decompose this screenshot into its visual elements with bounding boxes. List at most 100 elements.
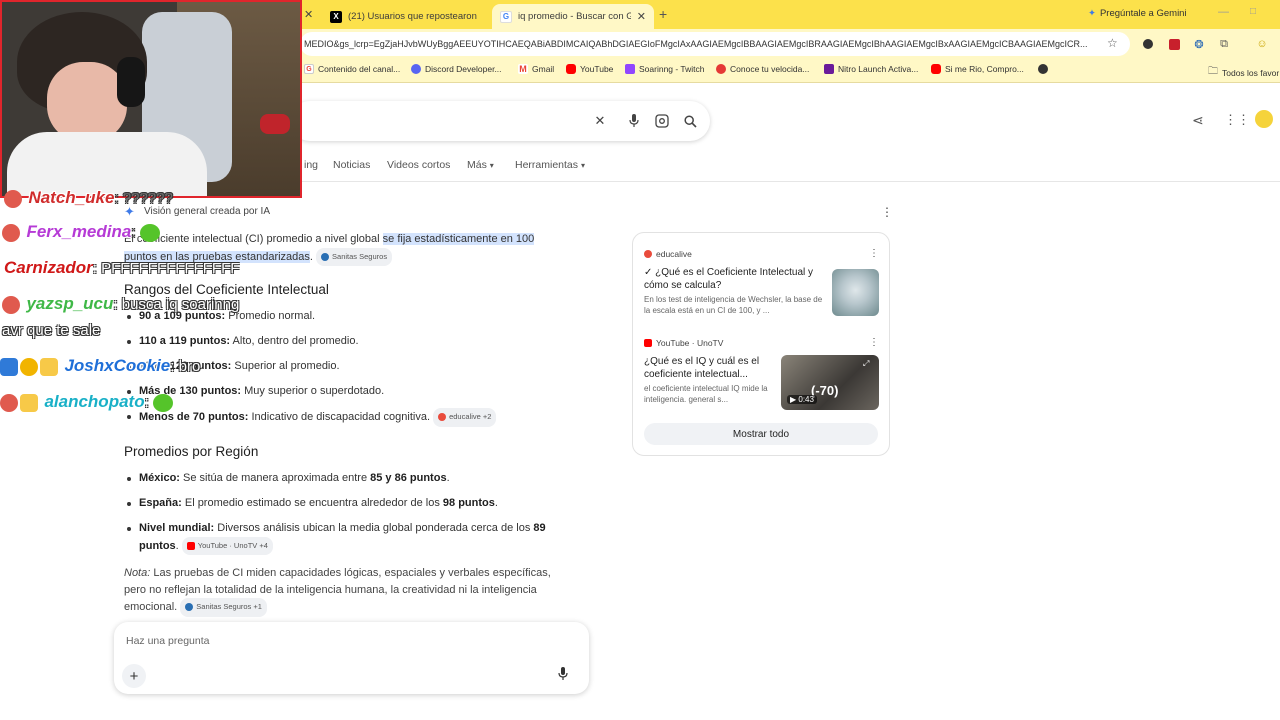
- bookmark-star-icon[interactable]: ☆: [1107, 36, 1118, 50]
- tab-images[interactable]: ing: [304, 159, 318, 171]
- list-item: España: El promedio estimado se encuentr…: [139, 497, 498, 509]
- webcam-red-item: [260, 114, 290, 134]
- bullet: [127, 415, 131, 419]
- new-tab-button[interactable]: +: [659, 6, 667, 22]
- share-icon[interactable]: ⋖: [1192, 112, 1204, 129]
- bookmark-item[interactable]: Si me Rio, Compro...: [931, 64, 1024, 74]
- lens-search-icon[interactable]: [654, 113, 670, 129]
- green-emote-icon: [139, 223, 160, 242]
- bullet: [127, 477, 131, 481]
- bookmark-item[interactable]: G Contenido del canal...: [304, 64, 400, 74]
- bookmark-item[interactable]: Nitro Launch Activa...: [824, 64, 918, 74]
- chat-badge-icon: [2, 223, 20, 242]
- list-item: México: Se sitúa de manera aproximada en…: [139, 472, 450, 484]
- search-box[interactable]: ✕: [290, 101, 710, 141]
- youtube-icon: [186, 541, 195, 550]
- x-logo-icon: X: [330, 10, 342, 23]
- gmail-icon: M: [518, 64, 528, 74]
- source-chip[interactable]: Sanitas Seguros +1: [180, 598, 267, 617]
- chat-message: Ferx_medina:: [2, 222, 160, 242]
- account-avatar[interactable]: [1255, 110, 1273, 128]
- tab-google-search[interactable]: G iq promedio - Buscar con Goog ✕: [492, 4, 654, 29]
- video-thumbnail[interactable]: (-70) ▶ 0:43 ⤢: [781, 355, 879, 410]
- expand-icon[interactable]: ⤢: [863, 359, 869, 369]
- bookmark-item[interactable]: M Gmail: [518, 64, 554, 74]
- tab-short-videos[interactable]: Videos cortos: [387, 159, 450, 171]
- tab-more[interactable]: Más ▾: [467, 159, 494, 171]
- ask-input[interactable]: Haz una pregunta: [126, 635, 209, 647]
- extensions-puzzle-icon[interactable]: ⧉: [1216, 36, 1232, 52]
- source-options-icon[interactable]: ⋮: [869, 337, 879, 348]
- chat-badge-icon: [2, 295, 20, 314]
- gemini-sparkle-icon: ✦: [1088, 8, 1096, 19]
- sanitas-icon: [185, 603, 194, 612]
- folder-icon: 🗀: [1208, 66, 1218, 77]
- address-bar[interactable]: MEDIO&gs_lcrp=EgZjaHJvbWUyBggAEEUYOTIHCA…: [300, 32, 1130, 56]
- extension-pdf-icon[interactable]: [1166, 36, 1182, 52]
- caret-down-icon: ▾: [489, 161, 494, 170]
- add-button[interactable]: +: [122, 664, 146, 688]
- bookmark-item[interactable]: YouTube: [566, 64, 613, 74]
- tab-title: (21) Usuarios que repostearon: [348, 11, 477, 22]
- source-options-icon[interactable]: ⋮: [869, 248, 879, 259]
- gemini-button[interactable]: ✦ Pregúntale a Gemini: [1088, 8, 1187, 19]
- chat-message: Natch_uke: ??????: [4, 188, 173, 208]
- source-chip[interactable]: educalive +2: [433, 408, 497, 427]
- source-title[interactable]: ¿Qué es el IQ y cuál es el coeficiente i…: [644, 355, 774, 381]
- apps-grid-icon[interactable]: ⋮⋮: [1224, 112, 1250, 128]
- webcam-person-face: [47, 62, 127, 142]
- source-title[interactable]: ✓ ¿Qué es el Coeficiente Intelectual y c…: [644, 266, 824, 292]
- highlighted-answer: se fija estadísticamente en 100: [382, 233, 535, 245]
- tab-x-reposts[interactable]: X (21) Usuarios que repostearon: [322, 4, 490, 29]
- all-bookmarks-folder[interactable]: 🗀 Todos los favor: [1208, 64, 1279, 81]
- profile-avatar-icon[interactable]: ☺: [1254, 36, 1270, 52]
- educalive-icon: [644, 250, 652, 258]
- more-options-icon[interactable]: ⋮: [881, 205, 893, 219]
- ask-box[interactable]: Haz una pregunta +: [114, 622, 589, 694]
- youtube-icon: [931, 64, 941, 74]
- close-tab-icon[interactable]: ✕: [637, 10, 646, 23]
- extension-gear-icon[interactable]: ❂: [1191, 36, 1207, 52]
- green-emote-icon: [153, 393, 174, 412]
- tab-title: iq promedio - Buscar con Goog: [518, 11, 631, 22]
- bullet: [127, 527, 131, 531]
- list-item: Más de 130 puntos: Muy superior o superd…: [139, 385, 385, 397]
- source-site[interactable]: YouTube · UnoTV: [644, 338, 723, 348]
- bookmark-item[interactable]: Discord Developer...: [411, 64, 502, 74]
- crown-badge-icon: [40, 357, 58, 376]
- bookmark-item[interactable]: Conoce tu velocida...: [716, 64, 809, 74]
- google-logo-icon: G: [500, 10, 512, 23]
- section-heading: Promedios por Región: [124, 444, 259, 459]
- close-tab-icon[interactable]: ✕: [304, 8, 313, 21]
- twitch-icon: [625, 64, 635, 74]
- show-all-button[interactable]: Mostrar todo: [644, 423, 878, 445]
- clear-search-icon[interactable]: ✕: [592, 113, 608, 129]
- chat-message: JoshxCookie: bro: [0, 356, 200, 376]
- speedtest-icon: [716, 64, 726, 74]
- maximize-icon[interactable]: □: [1250, 6, 1256, 17]
- source-site[interactable]: educalive: [644, 249, 692, 259]
- source-snippet: En los test de inteligencia de Wechsler,…: [644, 295, 823, 315]
- chat-badge-icon: [0, 393, 18, 412]
- minimize-icon[interactable]: —: [1218, 6, 1229, 18]
- chat-message: avr que te sale: [2, 322, 101, 339]
- extension-circle-icon[interactable]: [1140, 36, 1156, 52]
- chat-badge-icon: [4, 189, 22, 208]
- tools-button[interactable]: Herramientas ▾: [515, 159, 585, 171]
- search-icon[interactable]: [682, 113, 698, 129]
- source-chip[interactable]: Sanitas Seguros: [316, 247, 393, 266]
- url-text: MEDIO&gs_lcrp=EgZjaHJvbWUyBggAEEUYOTIHCA…: [304, 39, 1088, 49]
- note-paragraph: Nota: Las pruebas de CI miden capacidade…: [124, 565, 584, 617]
- bookmark-item[interactable]: Soarinng - Twitch: [625, 64, 705, 74]
- chat-badge-icon: [20, 357, 38, 376]
- bookmark-item[interactable]: [1038, 64, 1048, 74]
- voice-search-icon[interactable]: [626, 113, 642, 129]
- list-item: Menos de 70 puntos: Indicativo de discap…: [139, 408, 497, 427]
- sanitas-icon: [321, 252, 330, 261]
- chat-message: yazsp_ucu: busca iq soarinng: [2, 294, 239, 314]
- video-duration: ▶ 0:43: [787, 395, 817, 404]
- brain-thumbnail[interactable]: [832, 269, 879, 316]
- voice-input-icon[interactable]: [558, 667, 568, 686]
- source-chip[interactable]: YouTube · UnoTV +4: [181, 536, 273, 555]
- tab-news[interactable]: Noticias: [333, 159, 370, 171]
